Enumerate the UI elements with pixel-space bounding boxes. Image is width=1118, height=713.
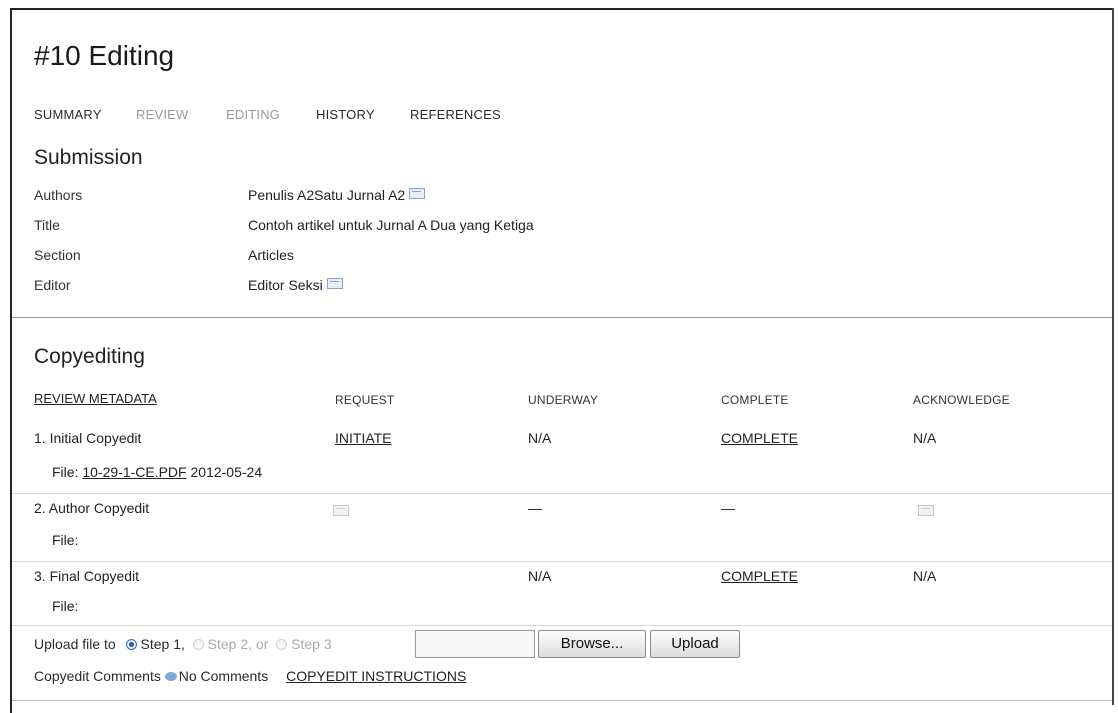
step1-name: 1. Initial Copyedit xyxy=(34,430,142,446)
editor-value: Editor Seksi xyxy=(248,277,343,293)
email-icon[interactable] xyxy=(918,505,934,516)
step2-file-label: File: xyxy=(52,532,79,548)
file-path-input[interactable] xyxy=(415,630,535,658)
row-divider xyxy=(12,493,1112,494)
copyediting-title: Copyediting xyxy=(34,345,145,368)
request-email-icon[interactable] xyxy=(333,504,349,522)
copyedit-comments-label: Copyedit Comments xyxy=(34,668,161,684)
upload-row: Upload file to Step 1, Step 2, or Step 3 xyxy=(34,636,332,652)
copyedit-instructions-link[interactable]: COPYEDIT INSTRUCTIONS xyxy=(286,668,466,684)
step3-complete-link[interactable]: COMPLETE xyxy=(721,568,798,584)
file-link[interactable]: 10-29-1-CE.PDF xyxy=(82,464,186,480)
bottom-divider xyxy=(12,700,1112,701)
step3-file-label: File: xyxy=(52,598,79,614)
authors-text: Penulis A2Satu Jurnal A2 xyxy=(248,187,406,203)
no-comments-text: No Comments xyxy=(178,668,269,684)
row-divider xyxy=(12,561,1112,562)
section-value: Articles xyxy=(248,247,294,263)
title-value: Contoh artikel untuk Jurnal A Dua yang K… xyxy=(248,217,534,233)
upload-label: Upload file to xyxy=(34,636,116,652)
editor-label: Editor xyxy=(34,277,71,293)
step1-complete-link[interactable]: COMPLETE xyxy=(721,430,798,446)
email-icon[interactable] xyxy=(333,505,349,516)
file-date: 2012-05-24 xyxy=(190,464,263,480)
file-label: File: xyxy=(52,464,79,480)
step3-name: 3. Final Copyedit xyxy=(34,568,140,584)
tab-summary[interactable]: SUMMARY xyxy=(34,107,102,122)
header-complete: COMPLETE xyxy=(721,393,789,407)
radio-step2-label: Step 2, or xyxy=(207,636,269,652)
step3-acknowledge: N/A xyxy=(913,568,937,584)
authors-value: Penulis A2Satu Jurnal A2 xyxy=(248,187,426,203)
browse-button[interactable]: Browse... xyxy=(538,630,646,658)
submission-title: Submission xyxy=(34,146,143,169)
comments-row: Copyedit Comments No Comments COPYEDIT I… xyxy=(34,668,466,684)
radio-step2[interactable] xyxy=(192,639,204,650)
tab-references[interactable]: REFERENCES xyxy=(410,107,501,122)
email-icon[interactable] xyxy=(326,278,343,289)
section-divider xyxy=(12,317,1112,318)
radio-step1[interactable] xyxy=(125,639,137,650)
upload-button[interactable]: Upload xyxy=(650,630,740,658)
page-title: #10 Editing xyxy=(34,40,175,71)
initiate-link[interactable]: INITIATE xyxy=(335,430,392,446)
frame-border xyxy=(1112,8,1114,705)
acknowledge-email-icon[interactable] xyxy=(918,504,934,522)
title-label: Title xyxy=(34,217,60,233)
step2-name: 2. Author Copyedit xyxy=(34,500,150,516)
tab-history[interactable]: HISTORY xyxy=(316,107,375,122)
step1-file-row: File: 10-29-1-CE.PDF 2012-05-24 xyxy=(52,464,262,480)
header-underway: UNDERWAY xyxy=(528,393,599,407)
row-divider xyxy=(12,625,1112,626)
editor-text: Editor Seksi xyxy=(248,277,323,293)
header-request: REQUEST xyxy=(335,393,395,407)
email-icon[interactable] xyxy=(409,188,426,199)
comment-bubble-icon[interactable] xyxy=(164,672,177,681)
step3-underway: N/A xyxy=(528,568,552,584)
tab-editing[interactable]: EDITING xyxy=(226,107,280,122)
review-metadata-link[interactable]: REVIEW METADATA xyxy=(34,391,157,406)
step2-complete: — xyxy=(721,500,735,516)
radio-step1-label: Step 1, xyxy=(140,636,185,652)
tab-review[interactable]: REVIEW xyxy=(136,107,188,122)
authors-label: Authors xyxy=(34,187,83,203)
step2-underway: — xyxy=(528,500,542,516)
radio-step3[interactable] xyxy=(276,639,288,650)
radio-step3-label: Step 3 xyxy=(291,636,332,652)
step1-acknowledge: N/A xyxy=(913,430,937,446)
step1-underway: N/A xyxy=(528,430,552,446)
header-acknowledge: ACKNOWLEDGE xyxy=(913,393,1010,407)
section-label: Section xyxy=(34,247,81,263)
